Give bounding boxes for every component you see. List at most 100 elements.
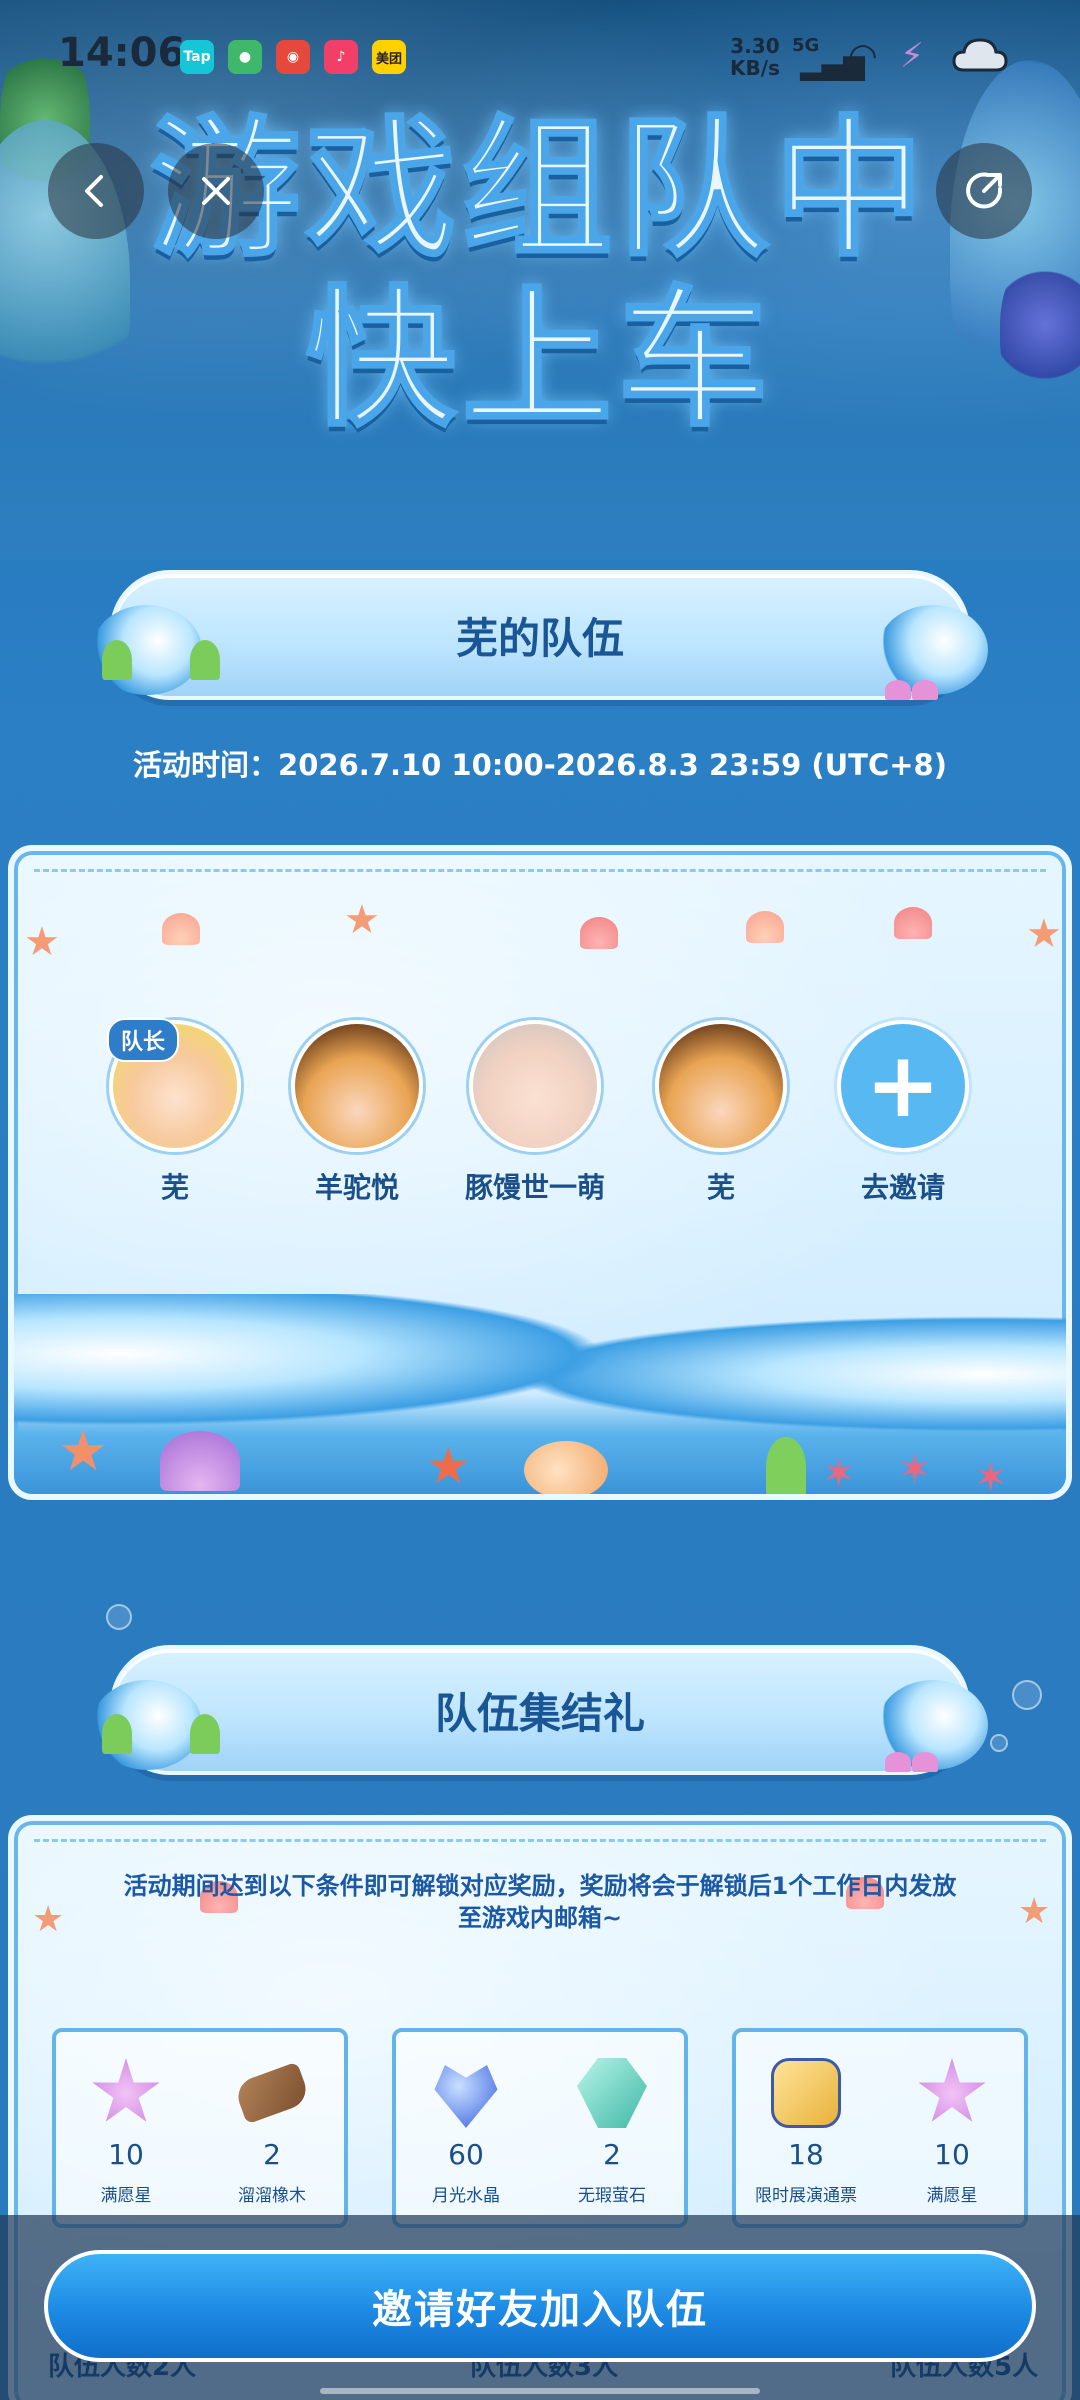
chevron-left-icon: [85, 175, 103, 207]
invite-slot-label[interactable]: 去邀请: [828, 1166, 978, 1206]
status-time: 14:06: [58, 30, 186, 76]
net-speed-value: 3.30: [730, 34, 780, 58]
team-member[interactable]: 队长 芜: [100, 1018, 250, 1206]
shell-icon: [162, 913, 200, 945]
shell-icon: [580, 917, 618, 949]
star-icon: [918, 2058, 986, 2122]
reward-qty: 18: [788, 2138, 824, 2171]
starfish-icon: ★: [24, 919, 60, 965]
seaweed-icon: [190, 640, 220, 680]
wifi-icon: ◠: [848, 36, 878, 76]
charging-icon: ⚡: [900, 36, 924, 76]
team-member[interactable]: 羊驼悦: [282, 1020, 432, 1206]
starfish-icon: ★: [1026, 911, 1062, 957]
reward-item: 18 限时展演通票: [746, 2058, 866, 2206]
reward-item: 60 月光水晶: [406, 2058, 526, 2206]
reward-item: 2 溜溜橡木: [212, 2058, 332, 2206]
reward-qty: 60: [448, 2138, 484, 2171]
avatar: [291, 1020, 423, 1152]
gather-description: 活动期间达到以下条件即可解锁对应奖励，奖励将会于解锁后1个工作日内发放至游戏内邮…: [123, 1872, 957, 1932]
member-name: 芜: [706, 1171, 735, 1204]
bubble-decoration: [990, 1734, 1008, 1752]
shell-icon: [885, 680, 911, 700]
shell-icon: [894, 907, 932, 939]
close-button[interactable]: [168, 143, 264, 239]
invite-slot[interactable]: + 去邀请: [828, 1020, 978, 1206]
starfish-icon: ★: [1018, 1891, 1051, 1932]
reward-card: 18 限时展演通票 10 满愿星: [732, 2028, 1028, 2228]
reward-name: 无瑕萤石: [578, 2186, 646, 2206]
share-icon: [966, 172, 1003, 209]
seaweed-icon: [766, 1437, 806, 1494]
crab-icon: ✶: [822, 1451, 856, 1497]
team-title-banner: 芜的队伍: [110, 570, 970, 700]
taptap-icon: Tap: [180, 40, 214, 74]
status-bar: 14:06 Tap ● ◉ ♪ 美团 3.30 KB/s 5G ▂▄▆ ◠ ⚡: [0, 0, 1080, 110]
reward-name: 满愿星: [926, 2186, 978, 2206]
meituan-icon: 美团: [372, 40, 406, 74]
gather-title-banner: 队伍集结礼: [110, 1645, 970, 1775]
shell-icon: [885, 1752, 911, 1772]
douyin-icon: ♪: [324, 40, 358, 74]
network-speed: 3.30 KB/s: [730, 35, 780, 79]
reward-item: 2 无瑕萤石: [552, 2058, 672, 2206]
bubble-decoration: [106, 1604, 132, 1630]
seaweed-icon: [102, 1714, 132, 1754]
reward-card: 60 月光水晶 2 无瑕萤石: [392, 2028, 688, 2228]
leader-badge: 队长: [107, 1018, 180, 1062]
conch-icon: [524, 1441, 608, 1494]
reward-qty: 10: [934, 2138, 970, 2171]
reward-qty: 2: [603, 2138, 621, 2171]
plus-icon[interactable]: +: [837, 1020, 969, 1152]
star-icon: [92, 2058, 160, 2122]
gather-title: 队伍集结礼: [434, 1688, 645, 1738]
member-name: 芜: [160, 1171, 189, 1204]
reward-name: 溜溜橡木: [238, 2186, 306, 2206]
weibo-icon: ◉: [276, 40, 310, 74]
reward-qty: 2: [263, 2138, 281, 2171]
home-indicator[interactable]: [320, 2388, 760, 2394]
team-member[interactable]: 豚馒世一萌: [460, 1020, 610, 1206]
avatar: 队长: [107, 1018, 241, 1152]
net-speed-unit: KB/s: [730, 56, 780, 80]
crab-icon: ✶: [898, 1447, 932, 1493]
bubble-decoration: [1012, 1680, 1042, 1710]
team-member[interactable]: 芜: [646, 1020, 796, 1206]
shell-icon: [746, 911, 784, 943]
team-title: 芜的队伍: [455, 613, 624, 663]
member-name: 豚馒世一萌: [464, 1171, 605, 1204]
reward-card: 10 满愿星 2 溜溜橡木: [52, 2028, 348, 2228]
starfish-icon: ★: [32, 1899, 65, 1940]
hero-title-line2: 快上车: [304, 273, 774, 447]
starfish-icon: ★: [58, 1419, 109, 1484]
reward-item: 10 满愿星: [66, 2058, 186, 2206]
reward-qty: 10: [108, 2138, 144, 2171]
reward-name: 限时展演通票: [755, 2186, 857, 2206]
close-icon: [202, 177, 230, 205]
shell-icon: [912, 1752, 938, 1772]
shell-icon: [912, 680, 938, 700]
invite-friends-button[interactable]: 邀请好友加入队伍: [44, 2250, 1036, 2362]
starfish-icon: ★: [344, 897, 380, 943]
seaweed-icon: [190, 1714, 220, 1754]
cloud-icon: [952, 36, 1008, 74]
app-green-icon: ●: [228, 40, 262, 74]
gem-icon: [577, 2058, 647, 2128]
avatar: [469, 1020, 601, 1152]
reward-name: 满愿星: [100, 2186, 152, 2206]
seaweed-icon: [102, 640, 132, 680]
ticket-icon: [771, 2058, 841, 2128]
heart-crystal-icon: [434, 2065, 498, 2128]
wood-icon: [232, 2061, 312, 2125]
activity-time: 活动时间：2026.7.10 10:00-2026.8.3 23:59 (UTC…: [133, 748, 947, 782]
back-button[interactable]: [48, 143, 144, 239]
reward-name: 月光水晶: [432, 2186, 500, 2206]
avatar: [655, 1020, 787, 1152]
member-name: 羊驼悦: [314, 1171, 399, 1204]
crab-icon: ✶: [974, 1455, 1008, 1500]
reward-item: 10 满愿星: [892, 2058, 1012, 2206]
hero-title-line1: 游戏组队中: [148, 103, 930, 277]
share-button[interactable]: [936, 143, 1032, 239]
starfish-icon: ★: [426, 1437, 471, 1495]
shell-icon: [160, 1431, 240, 1491]
